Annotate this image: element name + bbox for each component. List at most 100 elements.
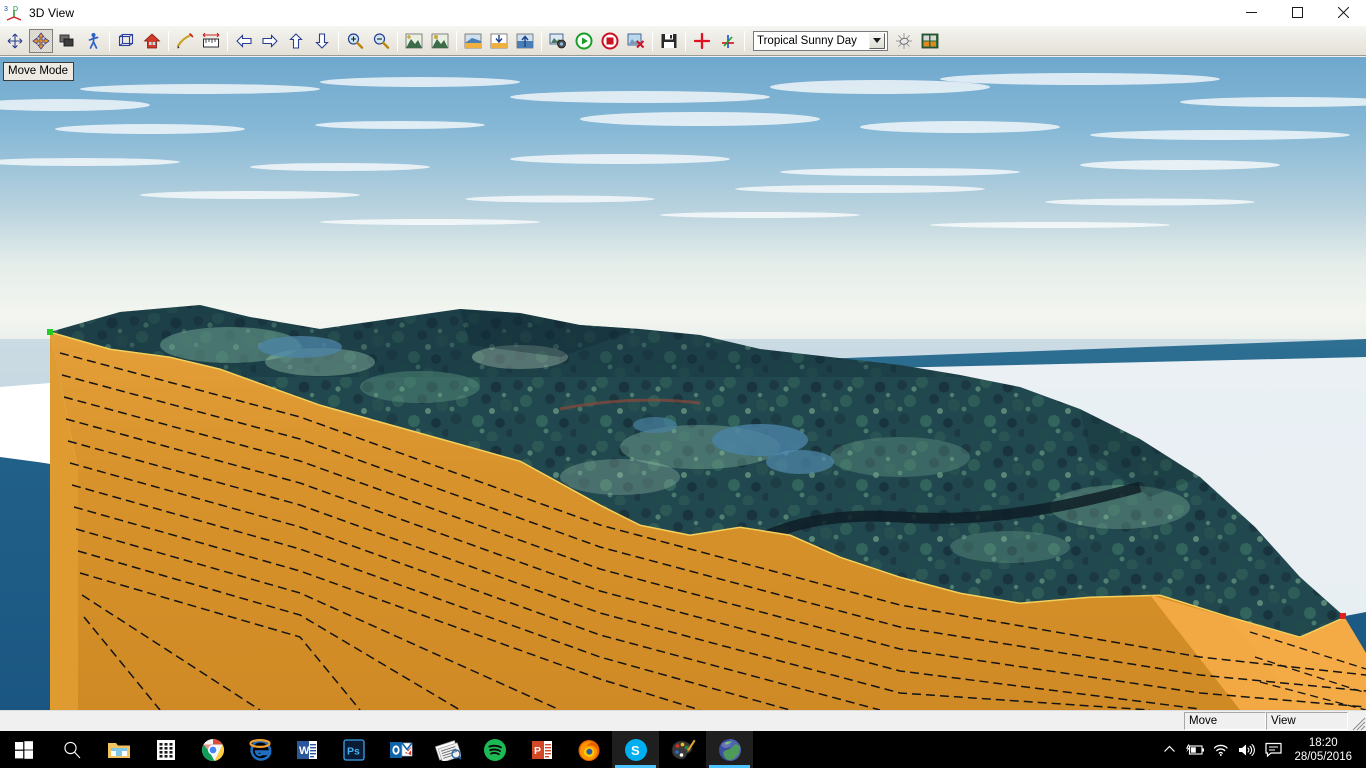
measure-tool-button[interactable] [199, 29, 223, 53]
effects-button[interactable] [892, 29, 916, 53]
lake [633, 417, 677, 433]
pan-mode-button[interactable] [3, 29, 27, 53]
home-view-button[interactable] [140, 29, 164, 53]
floppy-disk-icon [660, 32, 678, 50]
toolbar-separator [397, 31, 398, 51]
toolbar-separator [109, 31, 110, 51]
taskbar-spotify[interactable] [471, 731, 518, 768]
svg-text:3: 3 [4, 6, 8, 13]
minimize-button[interactable] [1228, 0, 1274, 26]
3d-axis-icon: 3 D [4, 4, 24, 22]
clock-date: 28/05/2016 [1294, 750, 1352, 764]
snapshot-button[interactable] [546, 29, 570, 53]
four-way-arrows-filled-icon [32, 32, 50, 50]
main-toolbar: Tropical Sunny Day [0, 26, 1366, 56]
pencil-icon [176, 32, 194, 50]
camera-screen-icon [549, 32, 567, 50]
toolbar-separator [338, 31, 339, 51]
newspaper-icon [435, 739, 461, 761]
red-cross-icon [693, 32, 711, 50]
taskbar-clock[interactable]: 18:20 28/05/2016 [1286, 736, 1360, 764]
tilt-down-button[interactable] [310, 29, 334, 53]
word-icon: W [296, 739, 318, 761]
tray-battery[interactable] [1182, 743, 1208, 757]
terrain-add-button[interactable] [402, 29, 426, 53]
taskbar-outlook[interactable] [377, 731, 424, 768]
tilt-up-button[interactable] [284, 29, 308, 53]
taskbar-firefox[interactable] [565, 731, 612, 768]
maximize-icon [1292, 7, 1303, 18]
move-mode-tooltip: Move Mode [3, 62, 74, 81]
taskbar-paint[interactable] [659, 731, 706, 768]
export-image-button[interactable] [624, 29, 648, 53]
skype-icon: S [624, 738, 648, 762]
terrain-edit-button[interactable] [428, 29, 452, 53]
add-marker-button[interactable] [690, 29, 714, 53]
taskbar-word[interactable]: W [283, 731, 330, 768]
taskbar-terrain-app[interactable] [706, 731, 753, 768]
tray-action-center[interactable] [1260, 742, 1286, 757]
status-context: View [1266, 712, 1348, 730]
window-controls [1228, 0, 1366, 26]
taskbar-photoshop[interactable]: Ps [330, 731, 377, 768]
3d-terrain-scene[interactable]: Move Mode [0, 57, 1366, 710]
tray-show-hidden[interactable] [1156, 743, 1182, 756]
save-button[interactable] [657, 29, 681, 53]
four-way-arrows-outline-icon [6, 32, 24, 50]
svg-text:Ps: Ps [347, 745, 360, 757]
taskbar-calculator[interactable] [142, 731, 189, 768]
maximize-button[interactable] [1274, 0, 1320, 26]
draw-tool-button[interactable] [173, 29, 197, 53]
terrain-render [0, 57, 1366, 710]
taskbar-powerpoint[interactable]: P [518, 731, 565, 768]
bounding-box-button[interactable] [114, 29, 138, 53]
water-lower-button[interactable] [487, 29, 511, 53]
clock-time: 18:20 [1294, 736, 1352, 750]
resize-grip-icon[interactable] [1348, 711, 1366, 731]
taskbar-chrome[interactable] [189, 731, 236, 768]
water-raise-button[interactable] [513, 29, 537, 53]
close-icon [1338, 7, 1349, 18]
taskbar-edge[interactable] [236, 731, 283, 768]
taskbar-news[interactable] [424, 731, 471, 768]
water-down-arrow-icon [490, 32, 508, 50]
sparkle-icon [895, 32, 913, 50]
status-mode: Move [1184, 712, 1266, 730]
powerpoint-icon: P [531, 739, 553, 761]
select-object-button[interactable] [55, 29, 79, 53]
sky-theme-select[interactable]: Tropical Sunny Day [753, 31, 888, 51]
wifi-icon [1213, 743, 1229, 757]
chevron-up-icon [1163, 743, 1176, 756]
start-button[interactable] [0, 731, 48, 768]
tray-volume[interactable] [1234, 743, 1260, 757]
stacked-objects-icon [58, 32, 76, 50]
lake [766, 450, 834, 474]
notification-icon [1265, 742, 1282, 757]
move-mode-button[interactable] [29, 29, 53, 53]
tray-network[interactable] [1208, 743, 1234, 757]
toolbar-separator [541, 31, 542, 51]
search-button[interactable] [48, 731, 95, 768]
axes-marker-button[interactable] [716, 29, 740, 53]
rotate-right-button[interactable] [258, 29, 282, 53]
zoom-in-button[interactable] [343, 29, 367, 53]
close-button[interactable] [1320, 0, 1366, 26]
lake [258, 336, 342, 358]
zoom-out-button[interactable] [369, 29, 393, 53]
water-plane-button[interactable] [461, 29, 485, 53]
taskbar-file-explorer[interactable] [95, 731, 142, 768]
rotate-left-button[interactable] [232, 29, 256, 53]
chevron-down-icon[interactable] [869, 33, 885, 49]
application-window: 3 D 3D View [0, 0, 1366, 731]
magnifier-plus-icon [346, 32, 364, 50]
ruler-icon [202, 32, 220, 50]
system-tray: 18:20 28/05/2016 [1156, 731, 1366, 768]
layers-button[interactable] [918, 29, 942, 53]
walk-mode-button[interactable] [81, 29, 105, 53]
stop-animation-button[interactable] [598, 29, 622, 53]
taskbar-skype[interactable]: S [612, 731, 659, 768]
windows-logo-icon [14, 740, 34, 760]
water-plane-icon [464, 32, 482, 50]
play-animation-button[interactable] [572, 29, 596, 53]
layers-grid-icon [921, 32, 939, 50]
